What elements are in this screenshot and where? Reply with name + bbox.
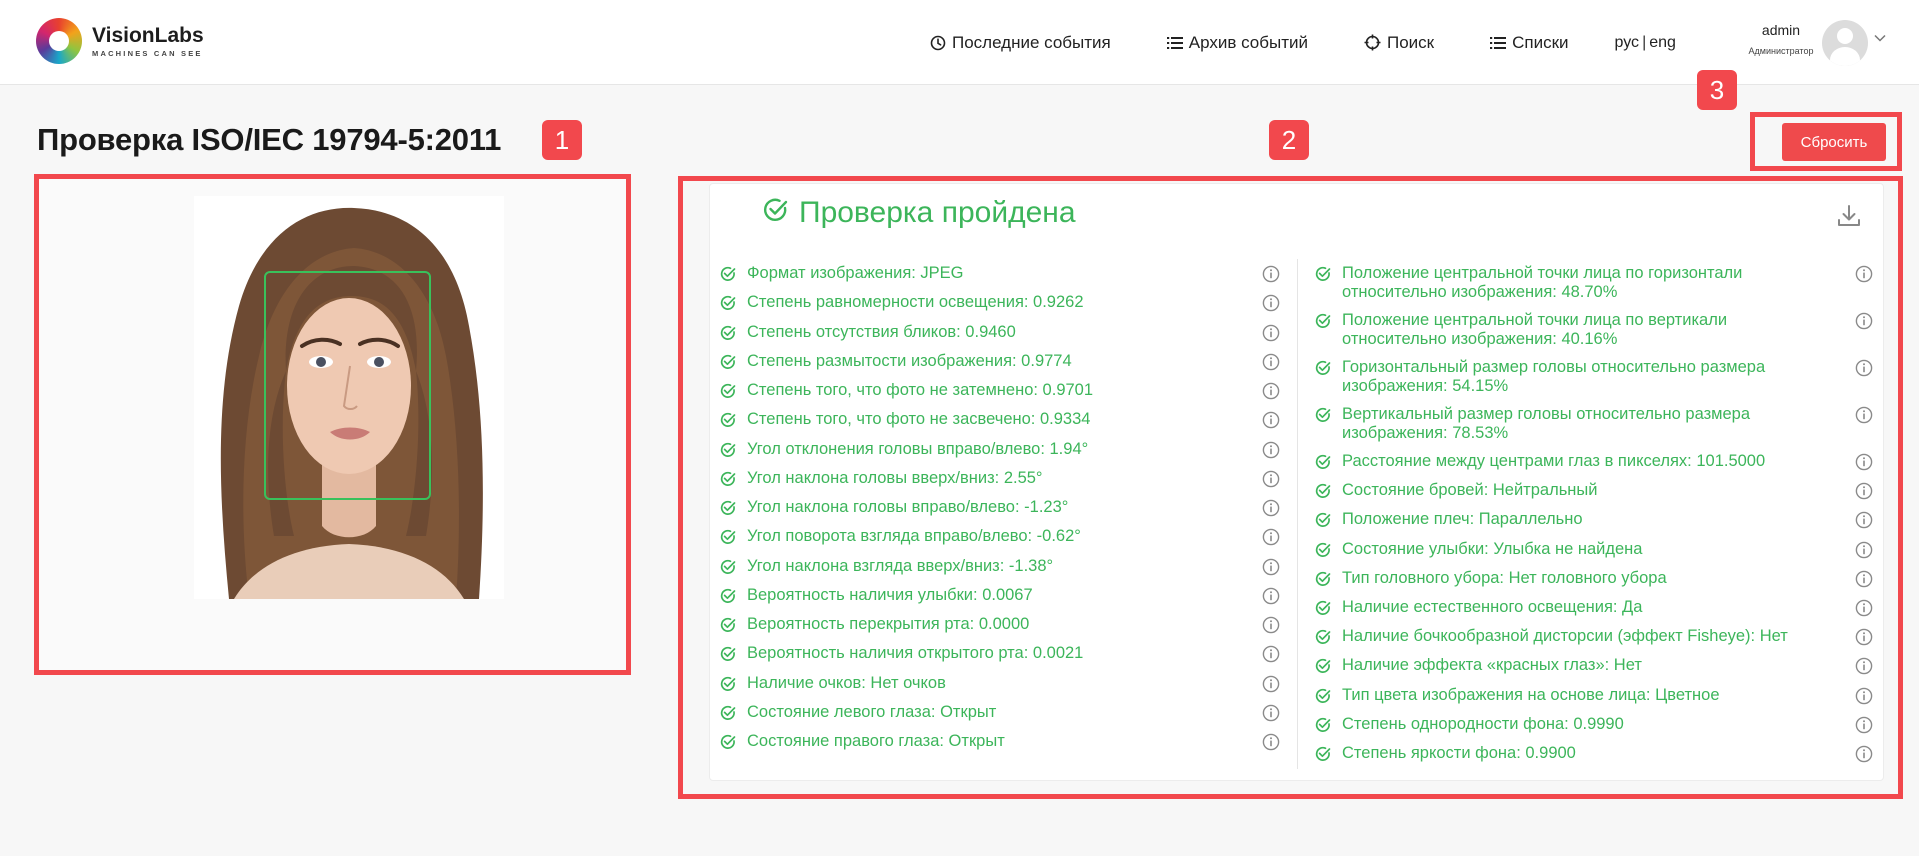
list-icon bbox=[1490, 36, 1507, 49]
crosshair-icon bbox=[1364, 34, 1381, 51]
top-header: VisionLabs MACHINES CAN SEE Последние со… bbox=[0, 0, 1919, 85]
nav-lists-label: Списки bbox=[1512, 32, 1569, 52]
logo-icon bbox=[36, 18, 82, 64]
nav-recent-events[interactable]: Последние события bbox=[930, 33, 1111, 53]
annotation-frame-reset bbox=[1750, 112, 1902, 171]
nav-search[interactable]: Поиск bbox=[1364, 33, 1434, 53]
nav-recent-events-label: Последние события bbox=[952, 32, 1111, 52]
lang-separator: | bbox=[1642, 33, 1647, 51]
user-name: admin bbox=[1761, 22, 1801, 38]
annotation-badge-1: 1 bbox=[542, 120, 582, 160]
main-nav: Последние события Архив событий Поиск Сп… bbox=[930, 0, 1676, 85]
logo[interactable]: VisionLabs MACHINES CAN SEE bbox=[36, 18, 204, 64]
nav-lists[interactable]: Списки bbox=[1490, 32, 1569, 53]
user-role: Администратор bbox=[1748, 46, 1814, 56]
logo-tagline: MACHINES CAN SEE bbox=[92, 49, 203, 58]
nav-events-archive-label: Архив событий bbox=[1188, 32, 1308, 52]
nav-search-label: Поиск bbox=[1386, 32, 1435, 52]
nav-events-archive[interactable]: Архив событий bbox=[1166, 32, 1308, 53]
lang-en[interactable]: eng bbox=[1649, 34, 1676, 52]
chevron-down-icon[interactable] bbox=[1874, 34, 1886, 42]
logo-name: VisionLabs bbox=[92, 24, 204, 47]
language-switch: рус | eng bbox=[1615, 34, 1676, 52]
clock-icon bbox=[930, 35, 946, 50]
page-title: Проверка ISO/IEC 19794-5:2011 bbox=[37, 122, 502, 157]
avatar[interactable] bbox=[1822, 20, 1868, 66]
list-icon bbox=[1166, 36, 1183, 49]
annotation-frame-results bbox=[678, 176, 1903, 799]
annotation-badge-3: 3 bbox=[1697, 70, 1737, 110]
annotation-frame-photo bbox=[34, 174, 631, 675]
user-menu[interactable]: admin Администратор bbox=[1740, 20, 1890, 66]
annotation-badge-2: 2 bbox=[1269, 120, 1309, 160]
lang-ru[interactable]: рус bbox=[1615, 34, 1640, 52]
